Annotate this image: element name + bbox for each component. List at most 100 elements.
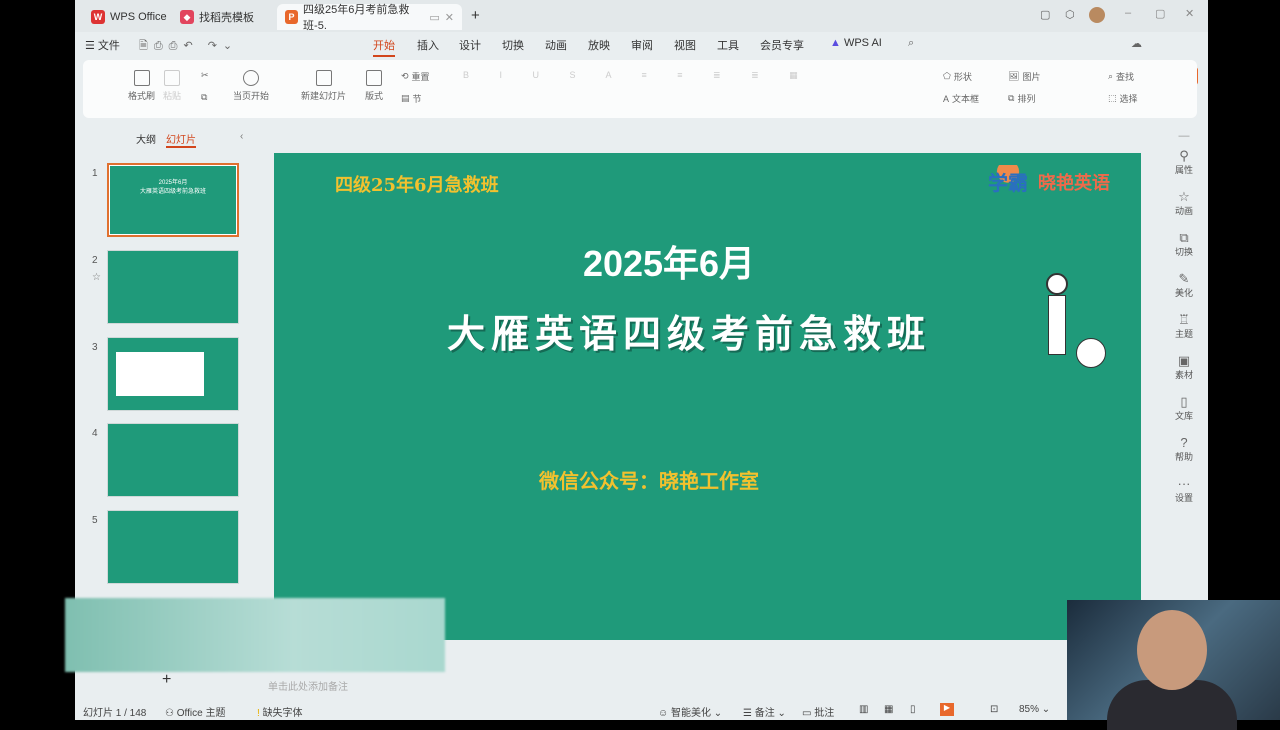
find-button[interactable]: ⌕ 查找 <box>1108 70 1134 83</box>
play-icon <box>243 70 259 86</box>
sidebar-handle[interactable]: — <box>1160 130 1208 148</box>
menu-insert[interactable]: 插入 <box>417 37 439 53</box>
sidebar-item-material[interactable]: ▣ 素材 <box>1160 353 1208 394</box>
collapse-panel-icon[interactable]: ‹ <box>240 131 243 142</box>
star-icon[interactable]: ☆ <box>92 272 101 283</box>
properties-icon: ⚲ <box>1179 148 1189 163</box>
picture-button[interactable]: 🖼 图片 <box>1008 70 1040 83</box>
menu-review[interactable]: 审阅 <box>631 37 653 53</box>
avatar[interactable] <box>1089 7 1105 23</box>
slide-counter: 幻灯片 1 / 148 <box>83 708 147 719</box>
section-button[interactable]: ▤ 节 <box>401 92 422 105</box>
right-sidebar: — ⚲ 属性 ☆ 动画 ⧉ 切换 ✎ 美化 ♖ 主题 ▣ 素材 ▯ 文库 ? 帮助 ··· 设置 <box>1160 130 1208 517</box>
layout-icon <box>366 70 382 86</box>
menu-file[interactable]: ☰ 文件 <box>85 37 120 53</box>
wps-logo-icon: W <box>91 10 105 24</box>
tab-docer[interactable]: ◆ 找稻壳模板 <box>172 4 262 30</box>
missing-font-status[interactable]: ! 缺失字体 <box>257 704 303 719</box>
tab-presentation[interactable]: P 四级25年6月考前急救班-5. ▭ ✕ <box>277 4 462 32</box>
comment-button[interactable]: ▭ 批注 <box>802 704 834 719</box>
menu-bar: ☰ 文件 🗎⎙⎙↶ ↷⌄ 开始 插入 设计 切换 动画 放映 审阅 视图 工具 … <box>75 32 1208 85</box>
close-tab-icon[interactable]: ✕ <box>445 11 454 24</box>
fit-window-icon[interactable]: ⊡ <box>990 704 998 715</box>
layout-icon[interactable]: ▢ <box>1040 8 1050 21</box>
menu-animation[interactable]: 动画 <box>545 37 567 53</box>
layout-button[interactable]: 版式 <box>365 70 383 102</box>
slide-thumbnail[interactable] <box>107 423 239 497</box>
tab-slides[interactable]: 幻灯片 <box>166 131 196 148</box>
new-slide-icon <box>315 70 332 86</box>
menu-start[interactable]: 开始 <box>373 37 395 57</box>
sidebar-item-theme[interactable]: ♖ 主题 <box>1160 312 1208 353</box>
menu-tools[interactable]: 工具 <box>717 37 739 53</box>
cartoon-illustration <box>1026 273 1111 383</box>
docer-icon: ◆ <box>180 10 194 24</box>
select-button[interactable]: ⬚ 选择 <box>1108 92 1138 105</box>
sidebar-item-settings[interactable]: ··· 设置 <box>1160 476 1208 517</box>
menu-wps-ai[interactable]: ▲ WPS AI <box>830 37 882 49</box>
cut-icon[interactable]: ✂ <box>201 70 209 81</box>
menu-slideshow[interactable]: 放映 <box>588 37 610 53</box>
reset-button[interactable]: ⟲ 重置 <box>401 70 430 83</box>
transition-icon: ⧉ <box>1179 230 1189 245</box>
material-icon: ▣ <box>1177 353 1191 368</box>
slide-thumbnail[interactable] <box>107 337 239 411</box>
window-icon[interactable]: ▭ <box>429 11 439 24</box>
shape-button[interactable]: ⬠ 形状 <box>943 70 972 83</box>
zoom-level[interactable]: 85% ⌄ <box>1019 704 1050 715</box>
warning-icon: ! <box>257 708 260 719</box>
tab-outline[interactable]: 大纲 <box>136 131 156 146</box>
paste-button[interactable]: 粘贴 <box>163 70 181 102</box>
sidebar-item-animation[interactable]: ☆ 动画 <box>1160 189 1208 230</box>
slide-wechat-account: 微信公众号：晓艳工作室 <box>539 471 759 493</box>
minimize-icon[interactable]: – <box>1125 7 1131 19</box>
sidebar-item-help[interactable]: ? 帮助 <box>1160 435 1208 476</box>
format-painter-button[interactable]: 格式刷 <box>128 70 155 102</box>
more-icon: ··· <box>1177 476 1191 491</box>
notes-button[interactable]: ☰ 备注 ⌄ <box>743 704 786 719</box>
star-icon: ☆ <box>1178 189 1190 204</box>
new-tab-icon[interactable]: + <box>471 7 480 24</box>
menu-view[interactable]: 视图 <box>674 37 696 53</box>
textbox-button[interactable]: A 文本框 <box>943 92 979 105</box>
from-current-button[interactable]: 当页开始 <box>233 70 269 102</box>
tab-wps-office[interactable]: W WPS Office <box>83 4 175 30</box>
wps-ai-icon: ▲ <box>830 37 841 49</box>
blurred-overlay <box>65 598 445 672</box>
sidebar-item-beautify[interactable]: ✎ 美化 <box>1160 271 1208 312</box>
slide-thumbnail[interactable] <box>107 510 239 584</box>
smart-beautify-button[interactable]: ☺ 智能美化 ⌄ <box>658 704 722 719</box>
slide-thumbnail[interactable]: 2025年6月 大雁英语四级考前急救班 <box>107 163 239 237</box>
grid-view-icon[interactable]: ▦ <box>884 704 893 715</box>
cube-icon[interactable]: ⬡ <box>1065 8 1075 21</box>
arrange-button[interactable]: ⧉ 排列 <box>1008 92 1035 105</box>
quick-access-icons[interactable]: 🗎⎙⎙↶ ↷⌄ <box>139 37 238 56</box>
notes-field[interactable]: 单击此处添加备注 <box>268 678 348 693</box>
copy-icon[interactable]: ⧉ <box>201 92 207 103</box>
logo-mark: 学霸 <box>984 165 1032 198</box>
maximize-icon[interactable]: ▢ <box>1155 7 1165 20</box>
font-format-controls[interactable]: B I U S A ≡ ≡ ≣ ≣ ▦ <box>463 70 933 81</box>
menu-transition[interactable]: 切换 <box>502 37 524 53</box>
slide-header-label: 四级25年6月急救班 <box>335 175 499 196</box>
status-bar: 幻灯片 1 / 148 ⚇ Office 主题 ! 缺失字体 ☺ 智能美化 ⌄ … <box>75 700 1208 720</box>
sidebar-item-library[interactable]: ▯ 文库 <box>1160 394 1208 435</box>
play-slideshow-button[interactable]: ▶ <box>940 703 954 716</box>
theme-icon: ♖ <box>1178 312 1190 327</box>
sidebar-item-properties[interactable]: ⚲ 属性 <box>1160 148 1208 189</box>
search-icon[interactable]: ⌕ <box>908 37 914 50</box>
sidebar-item-transition[interactable]: ⧉ 切换 <box>1160 230 1208 271</box>
menu-design[interactable]: 设计 <box>459 37 481 53</box>
slide-title: 大雁英语四级考前急救班 <box>446 314 931 356</box>
reading-view-icon[interactable]: ▯ <box>910 704 916 715</box>
cloud-icon[interactable]: ☁ <box>1131 37 1142 50</box>
normal-view-icon[interactable]: ▥ <box>859 704 868 715</box>
paste-icon <box>164 70 180 86</box>
menu-member[interactable]: 会员专享 <box>760 37 804 53</box>
new-slide-button[interactable]: 新建幻灯片 <box>301 70 346 102</box>
close-icon[interactable]: ✕ <box>1185 7 1194 20</box>
slide-canvas[interactable]: 四级25年6月急救班 学霸 晓艳英语 2025年6月 大雁英语四级考前急救班 微信… <box>274 153 1141 640</box>
add-slide-icon[interactable]: + <box>162 671 171 689</box>
theme-status[interactable]: ⚇ Office 主题 <box>165 704 225 719</box>
slide-thumbnail[interactable] <box>107 250 239 324</box>
